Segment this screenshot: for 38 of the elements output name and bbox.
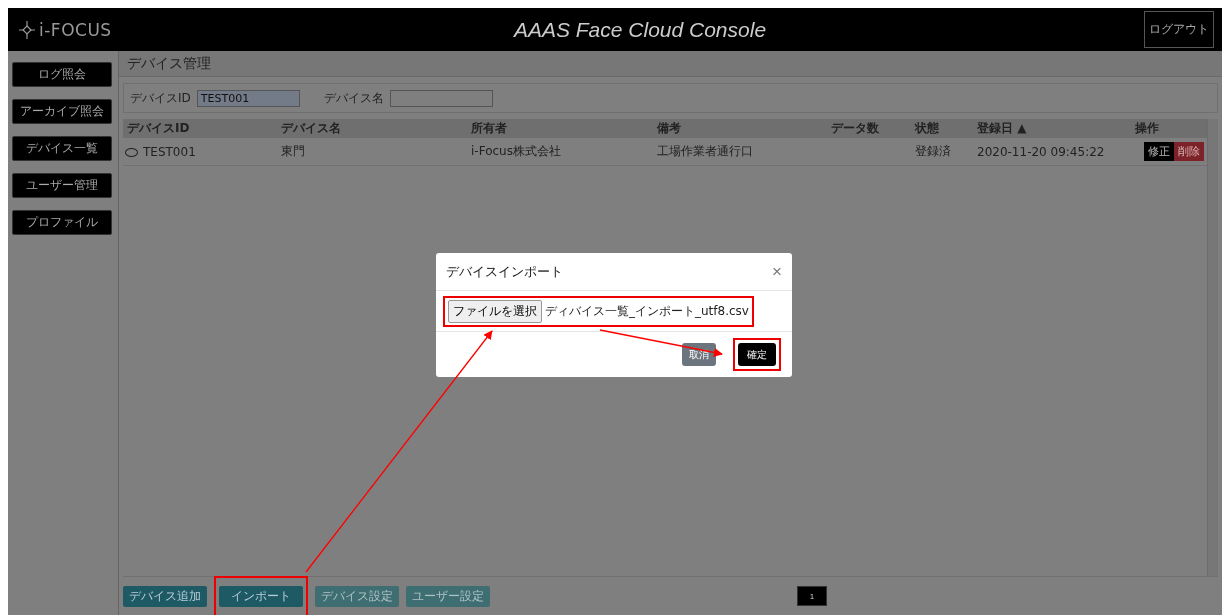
- column-header[interactable]: データ数: [827, 119, 911, 137]
- logo-icon: [18, 19, 36, 40]
- column-header[interactable]: デバイスID: [123, 119, 277, 137]
- table-cell-text: 工場作業者通行口: [656, 143, 754, 160]
- delete-button[interactable]: 削除: [1174, 142, 1204, 161]
- logout-button[interactable]: ログアウト: [1144, 11, 1214, 48]
- table-cell-text: 2020-11-20 09:45:22: [976, 144, 1106, 159]
- column-header[interactable]: 所有者: [467, 119, 653, 137]
- page-button[interactable]: 1: [797, 586, 827, 606]
- choose-file-button[interactable]: ファイルを選択: [448, 299, 542, 323]
- table-cell-text: 東門: [280, 143, 306, 160]
- nav-button[interactable]: アーカイブ照会: [12, 99, 112, 124]
- dialog-title: デバイスインポート: [446, 262, 563, 281]
- column-header[interactable]: デバイス名: [277, 119, 467, 137]
- field-label: デバイスID: [130, 89, 191, 107]
- column-header[interactable]: 操作: [1131, 119, 1207, 137]
- column-header[interactable]: 備考: [653, 119, 827, 137]
- column-header[interactable]: 状態: [911, 119, 973, 137]
- table-cell-text: i-Focus株式会社: [470, 143, 562, 160]
- toolbar-button[interactable]: インポート: [219, 585, 303, 607]
- confirm-button[interactable]: 確定: [738, 343, 776, 366]
- edit-button[interactable]: 修正: [1144, 142, 1174, 161]
- field-label: デバイス名: [323, 89, 384, 107]
- close-button[interactable]: ×: [772, 263, 782, 280]
- nav-button[interactable]: デバイス一覧: [12, 136, 112, 161]
- nav-button[interactable]: プロファイル: [12, 210, 112, 235]
- page-title: デバイス管理: [119, 51, 1222, 77]
- table-cell-text: TEST001: [142, 144, 196, 159]
- table-cell-text: 登録済: [914, 143, 952, 160]
- column-header[interactable]: 登録日 ▲: [973, 119, 1131, 137]
- input-field[interactable]: TEST001: [196, 89, 300, 107]
- nav-button[interactable]: ユーザー管理: [12, 173, 112, 198]
- app-title: AAAS Face Cloud Console: [512, 17, 768, 42]
- nav-button[interactable]: ログ照会: [12, 62, 112, 87]
- logo-text: i-FOCUS: [39, 19, 112, 40]
- input-field[interactable]: [389, 89, 493, 107]
- file-name: ディバイス一覧_インポート_utf8.csv: [545, 302, 749, 320]
- toolbar-button[interactable]: デバイス追加: [123, 585, 207, 607]
